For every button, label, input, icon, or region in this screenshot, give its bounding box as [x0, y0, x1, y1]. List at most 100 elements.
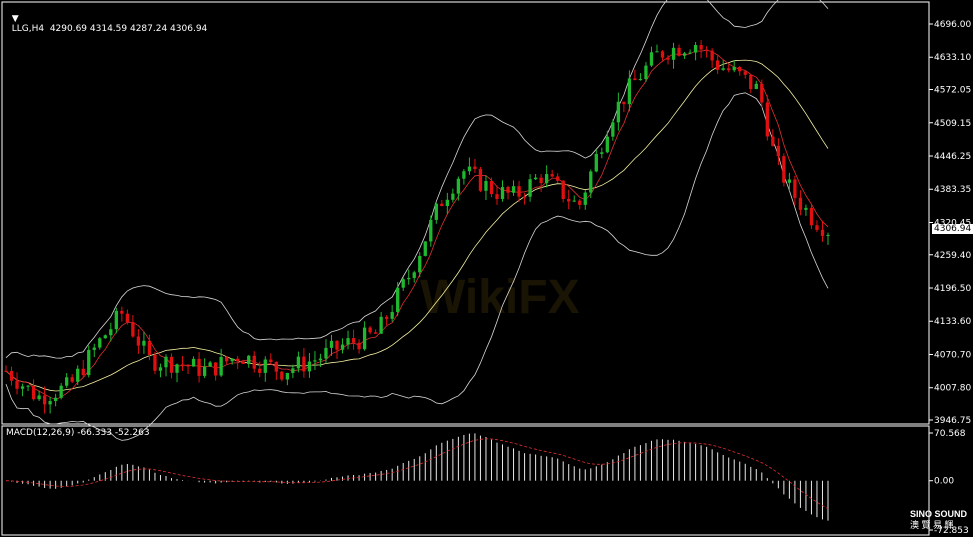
symbol-header-text: LLG,H4 4290.69 4314.59 4287.24 4306.94 [11, 24, 208, 34]
candle-body [120, 310, 124, 314]
candle-body [169, 356, 174, 373]
candle-body [478, 168, 483, 191]
candle-body [302, 356, 306, 372]
candle-body [473, 166, 477, 169]
candle-body [600, 152, 604, 154]
candle-body [153, 354, 157, 371]
candle-body [572, 200, 576, 202]
candle-body [329, 340, 334, 348]
candle-body [622, 101, 626, 105]
candle-body [9, 370, 14, 381]
candle-body [15, 380, 19, 389]
candle-body [373, 332, 378, 334]
candle-body [688, 52, 692, 54]
macd-axis-label: 0.00 [934, 477, 954, 487]
candle-body [462, 171, 466, 179]
candle-body [175, 364, 179, 373]
candle-body [125, 313, 130, 323]
macd-axis-label: 70.568 [934, 429, 966, 439]
candle-body [721, 68, 725, 70]
candle-body [544, 174, 549, 184]
candle-body [627, 78, 632, 105]
candle-body [451, 193, 455, 200]
candle-body [114, 310, 118, 330]
candle-body [307, 361, 312, 372]
price-axis-label: 4196.50 [934, 284, 971, 294]
candle-body [776, 145, 781, 157]
price-axis-label: 4133.60 [934, 317, 971, 327]
price-axis-label: 4696.00 [934, 20, 971, 30]
candle-body [594, 153, 598, 172]
candle-body [743, 71, 747, 75]
candle-body [357, 342, 361, 350]
candle-body [59, 385, 63, 398]
candle-body [324, 347, 328, 359]
candle-body [716, 60, 720, 70]
candle-body [31, 385, 36, 400]
candle-body [649, 52, 654, 66]
macd-signal-line [5, 438, 829, 510]
candle-body [390, 312, 394, 319]
candle-body [589, 171, 593, 193]
header-arrow-icon[interactable]: ▼ [12, 14, 19, 24]
candle-body [611, 122, 615, 137]
candle-body [92, 347, 96, 350]
candle-body [191, 358, 196, 367]
candle-body [561, 180, 565, 200]
candle-body [578, 200, 582, 205]
candle-body [236, 358, 240, 362]
price-axis-label: 4007.80 [934, 384, 971, 394]
candle-body [20, 386, 25, 389]
candle-body [158, 367, 163, 371]
candle-body [362, 327, 367, 350]
candle-body [70, 377, 74, 382]
logo-name: SINO SOUND [909, 509, 967, 519]
candle-body [247, 355, 251, 364]
candle-body [495, 194, 499, 199]
candle-body [633, 78, 637, 81]
candle-body [269, 359, 273, 363]
candle-body [285, 373, 290, 380]
candle-body [484, 181, 488, 191]
candle-body [423, 241, 427, 256]
macd-label: MACD(12,26,9) -66.333 -52.263 [6, 428, 150, 438]
candle-body [401, 279, 405, 288]
chart-header: ▼ LLG,H4 4290.69 4314.59 4287.24 4306.94 [6, 4, 208, 34]
candle-body [219, 356, 223, 376]
candle-body [335, 340, 339, 350]
candle-body [407, 277, 411, 280]
candle-body [732, 67, 736, 71]
candle-body [180, 364, 185, 366]
candle-body [528, 179, 532, 197]
candle-body [738, 67, 742, 72]
candle-body [313, 360, 317, 362]
candle-body [252, 355, 256, 369]
bollinger-middle-line [5, 59, 829, 392]
candle-body [65, 377, 69, 386]
candle-body [318, 358, 323, 361]
candle-body [556, 176, 560, 181]
candle-body [765, 102, 769, 137]
candle-body [98, 338, 102, 348]
candle-body [136, 336, 141, 346]
candle-body [704, 49, 709, 51]
candle-body [749, 74, 753, 89]
candle-body [37, 395, 41, 400]
main-pane-frame [1, 1, 930, 425]
candle-body [53, 397, 58, 402]
candle-body [225, 356, 229, 362]
candle-body [274, 362, 278, 372]
candle-body [81, 368, 85, 376]
candle-body [291, 368, 295, 374]
chart-canvas: 4696.00 4633.10 4572.05 4509.15 4446.25 4383.… [1, 0, 971, 536]
candle-body [456, 178, 461, 194]
candle-body [396, 287, 400, 313]
bollinger-lower-line [5, 92, 829, 441]
candle-body [522, 196, 527, 198]
bollinger-upper-line [5, 0, 829, 359]
candle-body [820, 229, 825, 236]
candle-body [583, 192, 587, 205]
candle-body [42, 395, 47, 405]
candle-body [671, 47, 676, 60]
candle-body [296, 356, 301, 369]
